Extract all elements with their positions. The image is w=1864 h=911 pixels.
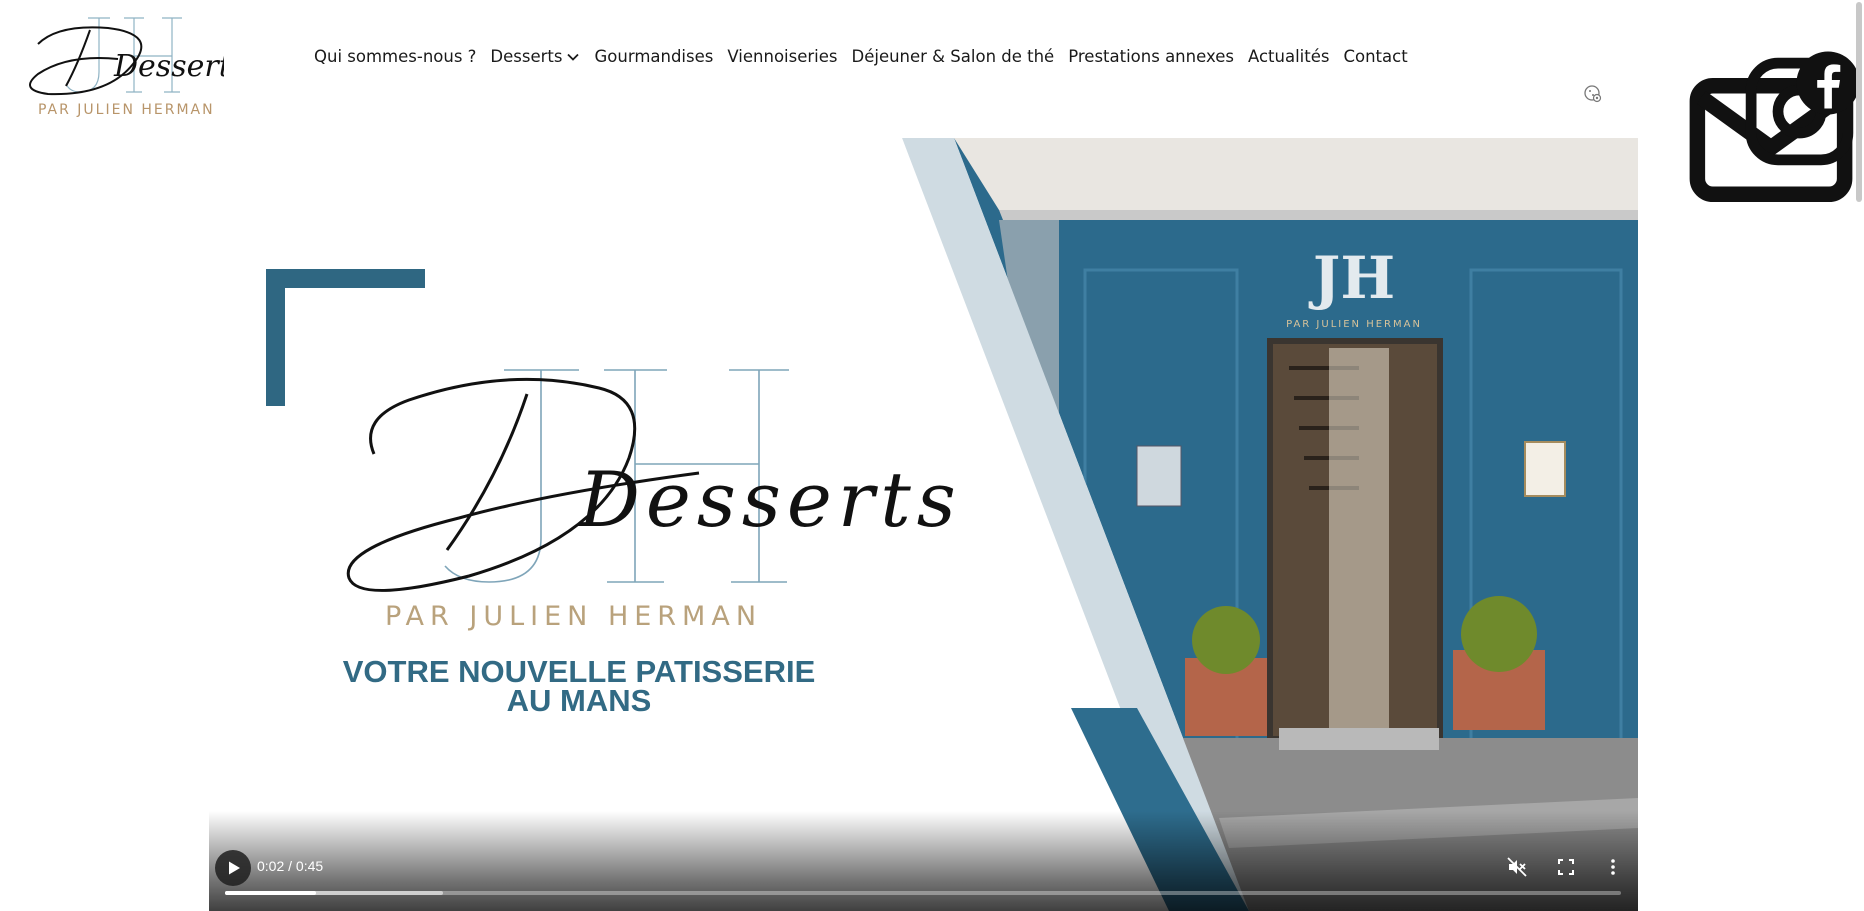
video-subtitle: PAR JULIEN HERMAN: [385, 601, 763, 632]
progress-played: [225, 891, 316, 895]
promo-video[interactable]: JH PAR JULIEN HERMAN Desserts PAR JULIEN…: [209, 138, 1638, 911]
logo-mark: Desserts: [29, 17, 246, 96]
video-time: 0:02 / 0:45: [257, 858, 324, 874]
nav-item-contact[interactable]: Contact: [1343, 47, 1407, 66]
video-tagline-line1: VOTRE NOUVELLE PATISSERIE: [342, 654, 816, 689]
video-controls: [209, 811, 1638, 911]
video-script-text: Desserts: [577, 455, 962, 544]
fullscreen-icon[interactable]: [1555, 856, 1577, 878]
page-scrollbar[interactable]: [1854, 0, 1864, 911]
cookie-settings-icon[interactable]: [1583, 84, 1603, 104]
page: Desserts PAR JULIEN HERMAN Qui sommes-no…: [0, 0, 1864, 911]
play-icon: [229, 861, 240, 875]
nav-item-qui-sommes-nous[interactable]: Qui sommes-nous ?: [314, 47, 476, 66]
site-logo[interactable]: Desserts PAR JULIEN HERMAN: [18, 14, 246, 118]
main-navigation: Qui sommes-nous ? Desserts Gourmandises …: [314, 47, 1422, 66]
play-button[interactable]: [215, 850, 251, 886]
chevron-down-icon: [567, 53, 580, 61]
muted-icon[interactable]: [1506, 856, 1528, 878]
nav-item-actualites[interactable]: Actualités: [1248, 47, 1330, 66]
nav-item-dejeuner-salon-de-the[interactable]: Déjeuner & Salon de thé: [852, 47, 1055, 66]
storefront-monogram: JH: [1308, 244, 1395, 312]
nav-item-prestations-annexes[interactable]: Prestations annexes: [1068, 47, 1234, 66]
storefront-sign-subtitle: PAR JULIEN HERMAN: [1286, 319, 1422, 330]
video-progress-bar[interactable]: [225, 891, 1621, 895]
nav-item-viennoiseries[interactable]: Viennoiseries: [727, 47, 837, 66]
scrollbar-thumb[interactable]: [1856, 2, 1862, 202]
more-options-icon[interactable]: [1602, 856, 1624, 878]
video-frame: JH PAR JULIEN HERMAN Desserts: [209, 138, 1638, 911]
svg-text:Desserts: Desserts: [113, 49, 224, 84]
logo-subtitle: PAR JULIEN HERMAN: [38, 102, 215, 118]
nav-item-gourmandises[interactable]: Gourmandises: [594, 47, 713, 66]
video-tagline-line2: AU MANS: [506, 683, 652, 718]
nav-item-desserts[interactable]: Desserts: [490, 47, 580, 66]
